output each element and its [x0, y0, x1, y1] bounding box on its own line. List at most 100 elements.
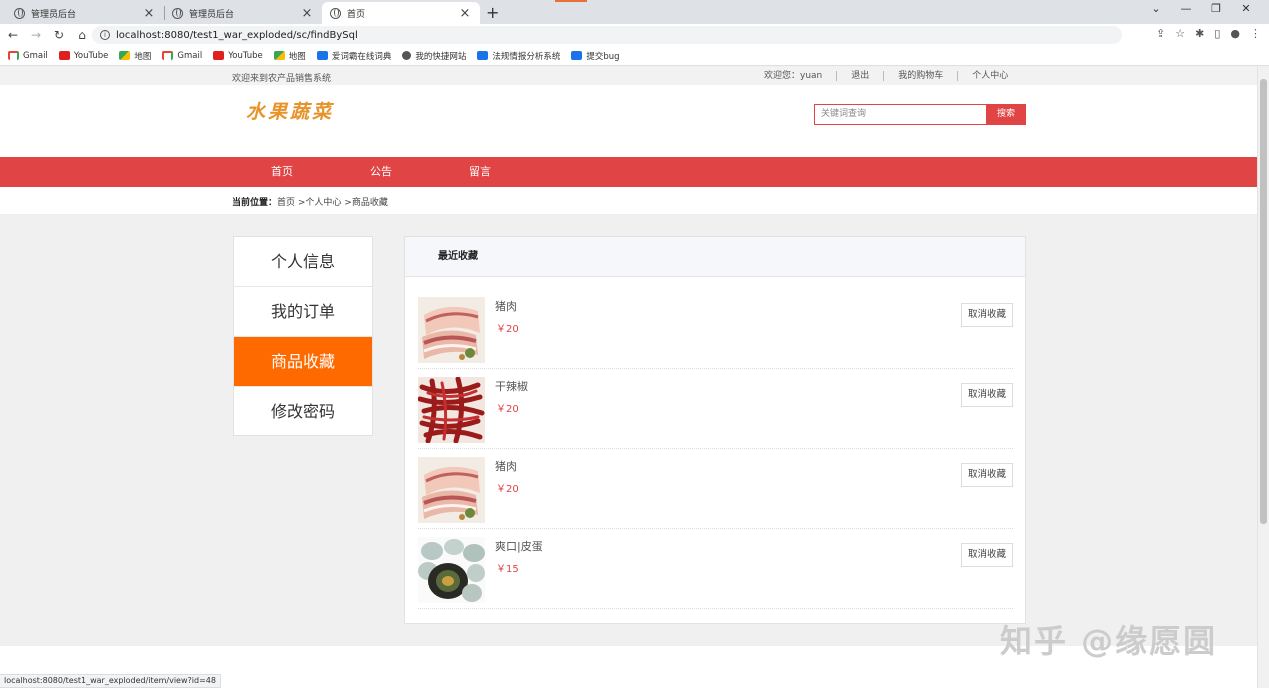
- product-image[interactable]: [418, 457, 485, 523]
- browser-tab-2[interactable]: 管理员后台 ×: [164, 2, 322, 24]
- new-tab-icon[interactable]: +: [486, 3, 499, 22]
- search-button[interactable]: 搜索: [986, 104, 1026, 125]
- top-strip: 欢迎来到农产品销售系统 欢迎您：yuan 退出 我的购物车 个人中心: [0, 67, 1257, 85]
- profile-icon[interactable]: ●: [1230, 27, 1240, 40]
- close-window-icon[interactable]: ✕: [1231, 2, 1261, 15]
- product-name[interactable]: 爽口|皮蛋: [495, 538, 543, 554]
- minimize-icon[interactable]: —: [1171, 2, 1201, 15]
- bookmark-item[interactable]: YouTube: [213, 51, 263, 61]
- list-item: 干辣椒 ￥20 取消收藏: [418, 369, 1013, 449]
- bookmark-label: 地图: [134, 51, 152, 62]
- unfavorite-button[interactable]: 取消收藏: [961, 303, 1013, 327]
- bookmark-label: YouTube: [228, 50, 263, 61]
- product-name[interactable]: 猪肉: [495, 458, 517, 474]
- unfavorite-button[interactable]: 取消收藏: [961, 543, 1013, 567]
- bookmark-item[interactable]: 地图: [273, 50, 306, 62]
- window-controls: ⌄ — ❐ ✕: [1141, 2, 1261, 15]
- panel-title: 最近收藏: [405, 237, 1025, 277]
- logout-link[interactable]: 退出: [836, 71, 883, 81]
- bookmark-label: Gmail: [23, 50, 48, 61]
- address-bar: ← → ↻ ⌂ i localhost:8080/test1_war_explo…: [0, 24, 1269, 46]
- nav-message[interactable]: 留言: [469, 157, 491, 187]
- user-links: 欢迎您：yuan 退出 我的购物车 个人中心: [764, 71, 1022, 81]
- yt-icon: [213, 51, 225, 60]
- bookmark-item[interactable]: 爱词霸在线词典: [316, 50, 392, 62]
- map-icon: [273, 51, 285, 60]
- product-image[interactable]: [418, 537, 485, 603]
- bookmark-label: 爱词霸在线词典: [331, 51, 392, 62]
- site-logo[interactable]: 水果蔬菜: [246, 97, 334, 124]
- favorites-list: 猪肉 ￥20 取消收藏 干辣椒 ￥20 取消收藏 猪肉 ￥20 取消收藏 爽口|皮蛋 ￥15 取消收藏: [418, 289, 1013, 609]
- bookmark-item[interactable]: 地图: [119, 50, 151, 62]
- product-image[interactable]: [418, 377, 485, 443]
- info-icon[interactable]: i: [100, 30, 110, 40]
- bookmark-label: YouTube: [73, 50, 109, 61]
- list-item: 爽口|皮蛋 ￥15 取消收藏: [418, 529, 1013, 609]
- bookmark-item[interactable]: Gmail: [162, 51, 202, 61]
- unfavorite-button[interactable]: 取消收藏: [961, 383, 1013, 407]
- user-sidebar: 个人信息 我的订单 商品收藏 修改密码: [233, 236, 373, 436]
- blue-icon: [316, 51, 328, 60]
- bookmark-label: 提交bug: [586, 51, 620, 62]
- bookmark-item[interactable]: YouTube: [58, 50, 109, 61]
- product-price: ￥15: [496, 564, 519, 575]
- bookmark-item[interactable]: 我的快捷网站: [402, 50, 466, 62]
- star-icon[interactable]: ☆: [1175, 27, 1185, 40]
- breadcrumb: 当前位置：首页 >个人中心 >商品收藏: [0, 187, 1257, 214]
- share-icon[interactable]: ⇪: [1156, 27, 1165, 40]
- map-icon: [119, 51, 131, 60]
- product-image[interactable]: [418, 297, 485, 363]
- page-scrollbar[interactable]: [1257, 67, 1269, 688]
- blue-icon: [571, 51, 583, 60]
- tab-title: 管理员后台: [189, 9, 235, 20]
- chevron-down-icon[interactable]: ⌄: [1141, 2, 1171, 15]
- sidepanel-icon[interactable]: ▯: [1214, 27, 1220, 40]
- back-icon[interactable]: ←: [3, 28, 23, 42]
- menu-icon[interactable]: ⋮: [1250, 27, 1261, 40]
- home-icon[interactable]: ⌂: [72, 28, 92, 42]
- main-nav: 首页 公告 留言: [0, 157, 1257, 187]
- welcome-text: 欢迎来到农产品销售系统: [232, 74, 332, 84]
- unfavorite-button[interactable]: 取消收藏: [961, 463, 1013, 487]
- browser-actions: ⇪ ☆ ✱ ▯ ● ⋮: [1156, 27, 1261, 40]
- restore-icon[interactable]: ❐: [1201, 2, 1231, 15]
- gmail-icon: [8, 51, 19, 60]
- close-icon[interactable]: ×: [142, 6, 156, 21]
- close-icon[interactable]: ×: [300, 6, 314, 21]
- browser-tab-3[interactable]: 首页 ×: [322, 2, 480, 24]
- url-input[interactable]: i localhost:8080/test1_war_exploded/sc/f…: [92, 26, 1122, 44]
- forward-icon[interactable]: →: [26, 28, 46, 42]
- extensions-icon[interactable]: ✱: [1195, 27, 1204, 40]
- nav-notice[interactable]: 公告: [370, 157, 392, 187]
- product-name[interactable]: 干辣椒: [495, 378, 528, 394]
- bookmark-label: 地图: [288, 51, 306, 62]
- nav-home[interactable]: 首页: [271, 157, 293, 187]
- sidebar-item-favorites[interactable]: 商品收藏: [234, 337, 372, 387]
- globe-icon: [330, 7, 341, 19]
- breadcrumb-label: 当前位置：: [232, 198, 278, 208]
- breadcrumb-path[interactable]: 首页 >个人中心 >商品收藏: [277, 198, 388, 208]
- scroll-thumb[interactable]: [1260, 79, 1267, 524]
- bookmark-label: Gmail: [177, 50, 203, 61]
- sidebar-item-password[interactable]: 修改密码: [234, 387, 372, 437]
- product-price: ￥20: [496, 324, 519, 335]
- user-center-link[interactable]: 个人中心: [957, 71, 1022, 81]
- bookmark-item[interactable]: Gmail: [8, 51, 48, 61]
- product-price: ￥20: [496, 484, 519, 495]
- bookmark-item[interactable]: 提交bug: [571, 50, 620, 62]
- sidebar-item-profile[interactable]: 个人信息: [234, 237, 372, 287]
- browser-tab-1[interactable]: 管理员后台 ×: [6, 2, 164, 24]
- tab-title: 管理员后台: [31, 9, 77, 20]
- list-item: 猪肉 ￥20 取消收藏: [418, 289, 1013, 369]
- bookmark-item[interactable]: 法规情报分析系统: [477, 50, 560, 62]
- product-name[interactable]: 猪肉: [495, 298, 517, 314]
- user-greeting: 欢迎您：yuan: [764, 71, 823, 81]
- cart-link[interactable]: 我的购物车: [883, 71, 957, 81]
- search-input[interactable]: 关键词查询: [814, 104, 986, 125]
- browser-tabbar: 管理员后台 × 管理员后台 × 首页 × + ⌄ — ❐ ✕: [0, 0, 1269, 24]
- watermark: 知乎 @缘愿圆: [1000, 622, 1218, 660]
- url-text: localhost:8080/test1_war_exploded/sc/fin…: [116, 29, 358, 41]
- sidebar-item-orders[interactable]: 我的订单: [234, 287, 372, 337]
- reload-icon[interactable]: ↻: [49, 28, 69, 42]
- close-icon[interactable]: ×: [458, 6, 472, 21]
